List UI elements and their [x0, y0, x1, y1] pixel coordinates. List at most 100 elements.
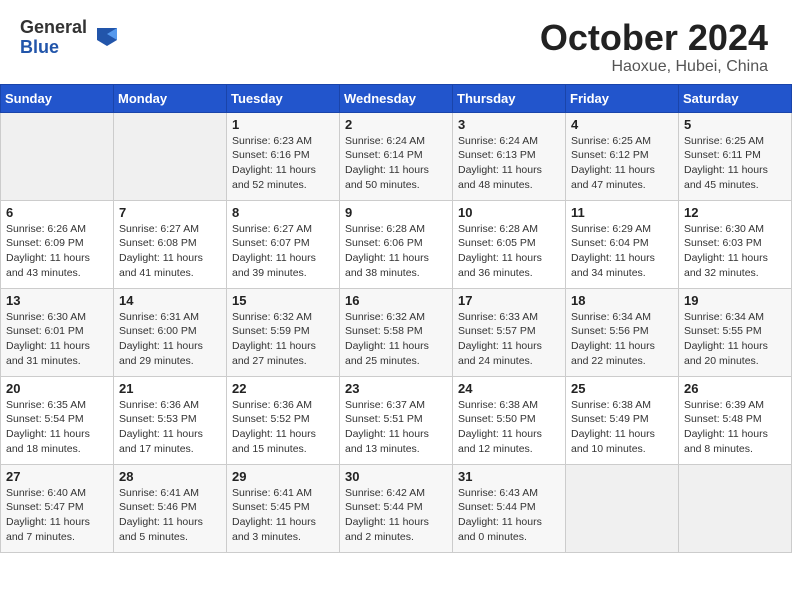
calendar-header: SundayMondayTuesdayWednesdayThursdayFrid… — [1, 84, 792, 112]
day-info: Sunrise: 6:25 AMSunset: 6:12 PMDaylight:… — [571, 134, 673, 193]
day-info: Sunrise: 6:41 AMSunset: 5:46 PMDaylight:… — [119, 486, 221, 545]
day-info: Sunrise: 6:25 AMSunset: 6:11 PMDaylight:… — [684, 134, 786, 193]
day-number: 30 — [345, 469, 447, 484]
day-number: 28 — [119, 469, 221, 484]
day-of-week-header: Sunday — [1, 84, 114, 112]
day-number: 9 — [345, 205, 447, 220]
day-number: 4 — [571, 117, 673, 132]
day-number: 12 — [684, 205, 786, 220]
day-number: 27 — [6, 469, 108, 484]
page-header: General Blue October 2024 Haoxue, Hubei,… — [0, 0, 792, 84]
day-number: 10 — [458, 205, 560, 220]
calendar-cell: 5 Sunrise: 6:25 AMSunset: 6:11 PMDaylight… — [679, 112, 792, 200]
day-of-week-header: Saturday — [679, 84, 792, 112]
logo: General Blue — [20, 18, 121, 58]
day-number: 8 — [232, 205, 334, 220]
calendar-cell: 21Sunrise: 6:36 AMSunset: 5:53 PMDayligh… — [114, 376, 227, 464]
day-number: 19 — [684, 293, 786, 308]
calendar-cell: 24 Sunrise: 6:38 AMSunset: 5:50 PMDayligh… — [453, 376, 566, 464]
calendar-cell — [566, 464, 679, 552]
day-info: Sunrise: 6:40 AMSunset: 5:47 PMDaylight:… — [6, 486, 108, 545]
day-number: 23 — [345, 381, 447, 396]
calendar-cell: 12 Sunrise: 6:30 AMSunset: 6:03 PMDayligh… — [679, 200, 792, 288]
day-info: Sunrise: 6:39 AMSunset: 5:48 PMDaylight:… — [684, 398, 786, 457]
calendar-cell: 28 Sunrise: 6:41 AMSunset: 5:46 PMDayligh… — [114, 464, 227, 552]
calendar-table: SundayMondayTuesdayWednesdayThursdayFrid… — [0, 84, 792, 553]
calendar-cell: 17 Sunrise: 6:33 AMSunset: 5:57 PMDayligh… — [453, 288, 566, 376]
day-info: Sunrise: 6:28 AMSunset: 6:06 PMDaylight:… — [345, 222, 447, 281]
month-title: October 2024 — [540, 18, 768, 58]
day-info: Sunrise: 6:36 AMSunset: 5:52 PMDaylight:… — [232, 398, 334, 457]
calendar-cell: 25Sunrise: 6:38 AMSunset: 5:49 PMDayligh… — [566, 376, 679, 464]
calendar-cell: 16 Sunrise: 6:32 AMSunset: 5:58 PMDayligh… — [340, 288, 453, 376]
calendar-cell: 2 Sunrise: 6:24 AMSunset: 6:14 PMDaylight… — [340, 112, 453, 200]
day-info: Sunrise: 6:32 AMSunset: 5:58 PMDaylight:… — [345, 310, 447, 369]
day-number: 7 — [119, 205, 221, 220]
day-info: Sunrise: 6:27 AMSunset: 6:07 PMDaylight:… — [232, 222, 334, 281]
day-info: Sunrise: 6:29 AMSunset: 6:04 PMDaylight:… — [571, 222, 673, 281]
calendar-cell: 19 Sunrise: 6:34 AMSunset: 5:55 PMDayligh… — [679, 288, 792, 376]
day-number: 26 — [684, 381, 786, 396]
calendar-cell: 8 Sunrise: 6:27 AMSunset: 6:07 PMDaylight… — [227, 200, 340, 288]
day-info: Sunrise: 6:31 AMSunset: 6:00 PMDaylight:… — [119, 310, 221, 369]
day-number: 11 — [571, 205, 673, 220]
day-number: 25 — [571, 381, 673, 396]
day-number: 13 — [6, 293, 108, 308]
calendar-cell: 9 Sunrise: 6:28 AMSunset: 6:06 PMDaylight… — [340, 200, 453, 288]
calendar-cell: 1 Sunrise: 6:23 AMSunset: 6:16 PMDaylight… — [227, 112, 340, 200]
calendar-cell: 27 Sunrise: 6:40 AMSunset: 5:47 PMDayligh… — [1, 464, 114, 552]
day-number: 2 — [345, 117, 447, 132]
calendar-week-row: 6 Sunrise: 6:26 AMSunset: 6:09 PMDaylight… — [1, 200, 792, 288]
day-info: Sunrise: 6:26 AMSunset: 6:09 PMDaylight:… — [6, 222, 108, 281]
day-info: Sunrise: 6:33 AMSunset: 5:57 PMDaylight:… — [458, 310, 560, 369]
calendar-week-row: 1 Sunrise: 6:23 AMSunset: 6:16 PMDaylight… — [1, 112, 792, 200]
title-block: October 2024 Haoxue, Hubei, China — [540, 18, 768, 76]
day-number: 22 — [232, 381, 334, 396]
day-number: 18 — [571, 293, 673, 308]
day-info: Sunrise: 6:38 AMSunset: 5:50 PMDaylight:… — [458, 398, 560, 457]
day-number: 1 — [232, 117, 334, 132]
calendar-cell: 30 Sunrise: 6:42 AMSunset: 5:44 PMDayligh… — [340, 464, 453, 552]
day-info: Sunrise: 6:30 AMSunset: 6:03 PMDaylight:… — [684, 222, 786, 281]
day-number: 17 — [458, 293, 560, 308]
day-number: 6 — [6, 205, 108, 220]
calendar-cell: 10 Sunrise: 6:28 AMSunset: 6:05 PMDayligh… — [453, 200, 566, 288]
day-info: Sunrise: 6:30 AMSunset: 6:01 PMDaylight:… — [6, 310, 108, 369]
day-info: Sunrise: 6:37 AMSunset: 5:51 PMDaylight:… — [345, 398, 447, 457]
day-info: Sunrise: 6:32 AMSunset: 5:59 PMDaylight:… — [232, 310, 334, 369]
calendar-cell: 23 Sunrise: 6:37 AMSunset: 5:51 PMDayligh… — [340, 376, 453, 464]
calendar-cell: 13 Sunrise: 6:30 AMSunset: 6:01 PMDayligh… — [1, 288, 114, 376]
day-number: 5 — [684, 117, 786, 132]
day-info: Sunrise: 6:34 AMSunset: 5:55 PMDaylight:… — [684, 310, 786, 369]
calendar-cell: 11 Sunrise: 6:29 AMSunset: 6:04 PMDayligh… — [566, 200, 679, 288]
day-info: Sunrise: 6:27 AMSunset: 6:08 PMDaylight:… — [119, 222, 221, 281]
logo-text: General Blue — [20, 18, 87, 58]
day-of-week-header: Tuesday — [227, 84, 340, 112]
day-number: 14 — [119, 293, 221, 308]
logo-blue: Blue — [20, 38, 87, 58]
header-row: SundayMondayTuesdayWednesdayThursdayFrid… — [1, 84, 792, 112]
day-info: Sunrise: 6:42 AMSunset: 5:44 PMDaylight:… — [345, 486, 447, 545]
day-number: 16 — [345, 293, 447, 308]
day-number: 3 — [458, 117, 560, 132]
day-info: Sunrise: 6:41 AMSunset: 5:45 PMDaylight:… — [232, 486, 334, 545]
day-info: Sunrise: 6:24 AMSunset: 6:14 PMDaylight:… — [345, 134, 447, 193]
calendar-cell: 7 Sunrise: 6:27 AMSunset: 6:08 PMDaylight… — [114, 200, 227, 288]
calendar-week-row: 27 Sunrise: 6:40 AMSunset: 5:47 PMDayligh… — [1, 464, 792, 552]
day-info: Sunrise: 6:23 AMSunset: 6:16 PMDaylight:… — [232, 134, 334, 193]
day-of-week-header: Wednesday — [340, 84, 453, 112]
calendar-cell: 4 Sunrise: 6:25 AMSunset: 6:12 PMDaylight… — [566, 112, 679, 200]
calendar-cell — [114, 112, 227, 200]
calendar-week-row: 20Sunrise: 6:35 AMSunset: 5:54 PMDayligh… — [1, 376, 792, 464]
calendar-cell: 31Sunrise: 6:43 AMSunset: 5:44 PMDayligh… — [453, 464, 566, 552]
day-number: 24 — [458, 381, 560, 396]
calendar-cell — [1, 112, 114, 200]
day-info: Sunrise: 6:43 AMSunset: 5:44 PMDaylight:… — [458, 486, 560, 545]
day-info: Sunrise: 6:28 AMSunset: 6:05 PMDaylight:… — [458, 222, 560, 281]
day-of-week-header: Friday — [566, 84, 679, 112]
calendar-cell: 20Sunrise: 6:35 AMSunset: 5:54 PMDayligh… — [1, 376, 114, 464]
calendar-cell — [679, 464, 792, 552]
calendar-cell: 26 Sunrise: 6:39 AMSunset: 5:48 PMDayligh… — [679, 376, 792, 464]
calendar-cell: 29Sunrise: 6:41 AMSunset: 5:45 PMDayligh… — [227, 464, 340, 552]
calendar-week-row: 13 Sunrise: 6:30 AMSunset: 6:01 PMDayligh… — [1, 288, 792, 376]
